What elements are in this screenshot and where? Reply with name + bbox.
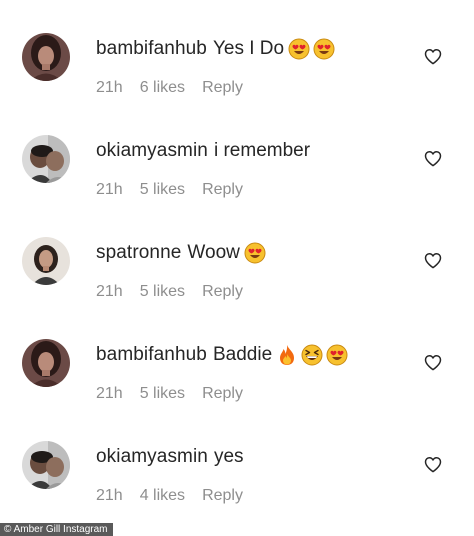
comment-username[interactable]: okiamyasmin bbox=[96, 139, 208, 163]
heart-icon[interactable] bbox=[424, 48, 442, 65]
comment-text: yes bbox=[213, 446, 244, 467]
comment-line: okiamyasmin i remember bbox=[96, 139, 310, 163]
photo-credit: © Amber Gill Instagram bbox=[0, 523, 113, 536]
comment-text: Woow bbox=[187, 242, 240, 263]
avatar[interactable] bbox=[22, 33, 70, 81]
comment-meta: 21h 5 likes Reply bbox=[96, 385, 260, 403]
comment-time: 21h bbox=[96, 487, 123, 504]
fire-emoji bbox=[280, 345, 295, 365]
comment-username[interactable]: spatronne bbox=[96, 241, 181, 265]
comment-text: Yes I Do bbox=[212, 38, 285, 59]
heart-icon[interactable] bbox=[424, 252, 442, 269]
comment-time: 21h bbox=[96, 283, 123, 300]
heart-eyes-emoji bbox=[288, 38, 310, 60]
reply-button[interactable]: Reply bbox=[202, 283, 243, 301]
avatar[interactable] bbox=[22, 237, 70, 285]
comment-likes[interactable]: 5 likes bbox=[140, 283, 185, 301]
comment-meta: 21h 4 likes Reply bbox=[96, 487, 260, 505]
comment-text: Baddie bbox=[212, 344, 273, 365]
comment-likes[interactable]: 4 likes bbox=[140, 487, 185, 505]
comment-emojis bbox=[276, 344, 351, 366]
reply-button[interactable]: Reply bbox=[202, 385, 243, 403]
reply-button[interactable]: Reply bbox=[202, 181, 243, 199]
comment-username[interactable]: bambifanhub bbox=[96, 37, 207, 61]
comment-item: bambifanhub Baddie 21h 5 likes Reply bbox=[0, 339, 474, 439]
reply-button[interactable]: Reply bbox=[202, 487, 243, 505]
comments-screenshot: bambifanhub Yes I Do 21h 6 likes Reply okiamy… bbox=[0, 0, 474, 536]
heart-icon[interactable] bbox=[424, 354, 442, 371]
heart-icon[interactable] bbox=[424, 150, 442, 167]
heart-eyes-emoji bbox=[244, 242, 266, 264]
comment-time: 21h bbox=[96, 79, 123, 96]
comment-line: spatronne Woow bbox=[96, 241, 269, 265]
heart-eyes-emoji bbox=[326, 344, 348, 366]
heart-eyes-emoji bbox=[313, 38, 335, 60]
comment-meta: 21h 5 likes Reply bbox=[96, 181, 260, 199]
comment-time: 21h bbox=[96, 385, 123, 402]
comment-likes[interactable]: 5 likes bbox=[140, 181, 185, 199]
comment-item: okiamyasmin i remember 21h 5 likes Reply bbox=[0, 135, 474, 235]
reply-button[interactable]: Reply bbox=[202, 79, 243, 97]
comment-likes[interactable]: 5 likes bbox=[140, 385, 185, 403]
comment-emojis bbox=[288, 38, 338, 60]
comment-text: i remember bbox=[213, 140, 311, 161]
comment-username[interactable]: okiamyasmin bbox=[96, 445, 208, 469]
comment-item: okiamyasmin yes 21h 4 likes Reply bbox=[0, 441, 474, 536]
avatar[interactable] bbox=[22, 441, 70, 489]
heart-icon[interactable] bbox=[424, 456, 442, 473]
comment-item: spatronne Woow 21h 5 likes Reply bbox=[0, 237, 474, 337]
avatar[interactable] bbox=[22, 135, 70, 183]
comment-likes[interactable]: 6 likes bbox=[140, 79, 185, 97]
comment-meta: 21h 6 likes Reply bbox=[96, 79, 260, 97]
comment-item: bambifanhub Yes I Do 21h 6 likes Reply bbox=[0, 33, 474, 133]
comment-emojis bbox=[244, 242, 269, 264]
comment-time: 21h bbox=[96, 181, 123, 198]
grinning-squint-emoji bbox=[301, 344, 323, 366]
comment-meta: 21h 5 likes Reply bbox=[96, 283, 260, 301]
comment-username[interactable]: bambifanhub bbox=[96, 343, 207, 367]
avatar[interactable] bbox=[22, 339, 70, 387]
comment-line: bambifanhub Baddie bbox=[96, 343, 351, 367]
comment-line: okiamyasmin yes bbox=[96, 445, 244, 469]
comment-line: bambifanhub Yes I Do bbox=[96, 37, 338, 61]
